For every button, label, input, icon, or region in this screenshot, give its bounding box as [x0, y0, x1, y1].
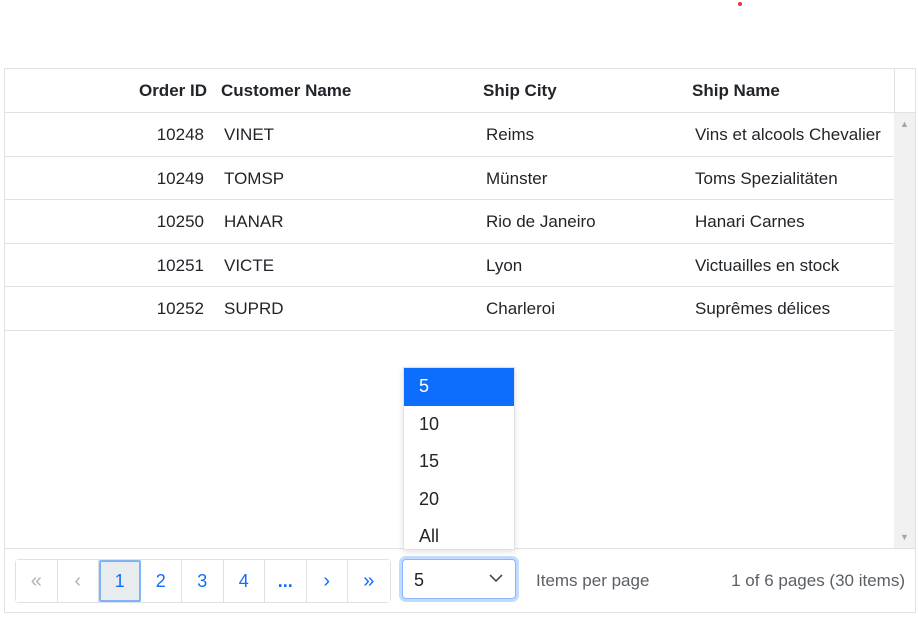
page-size-option-20[interactable]: 20 — [404, 481, 514, 519]
cell-customer-name: SUPRD — [224, 299, 284, 318]
column-header-ship-city[interactable]: Ship City — [483, 69, 557, 112]
cell-customer-name: VINET — [224, 125, 275, 144]
cell-ship-name: Victuailles en stock — [695, 255, 840, 275]
page-size-option-15[interactable]: 15 — [404, 443, 514, 481]
first-page-button[interactable]: « — [16, 560, 58, 602]
cell-ship-name: Hanari Carnes — [695, 212, 805, 231]
cell-ship-name: Suprêmes délices — [695, 299, 831, 318]
grid-header: Order ID Customer Name Ship City Ship Na… — [5, 69, 895, 113]
cell-order-id: 10249 — [156, 168, 204, 188]
cell-order-id: 10250 — [156, 212, 204, 231]
items-per-page-label: Items per page — [536, 571, 650, 590]
page-size-value: 5 — [414, 570, 425, 590]
cell-order-id: 10248 — [156, 125, 204, 144]
cell-order-id: 10251 — [156, 255, 204, 275]
more-pages-button[interactable]: ... — [265, 560, 307, 602]
page-button-1[interactable]: 1 — [99, 560, 141, 602]
grid-pager: « ‹ 1 2 3 4 ... › » 5 Items per page 1 o… — [5, 548, 915, 612]
page-button-3[interactable]: 3 — [182, 560, 224, 602]
cell-ship-city: Reims — [486, 125, 535, 144]
cell-ship-name: Toms Spezialitäten — [695, 168, 838, 188]
header-scrollbar-spacer — [894, 69, 915, 113]
scroll-up-arrow-icon[interactable]: ▲ — [894, 115, 915, 133]
page-size-dropdown: 5 10 15 20 All — [403, 367, 515, 550]
page-size-option-10[interactable]: 10 — [404, 406, 514, 444]
last-page-button[interactable]: » — [348, 560, 390, 602]
chevron-down-icon — [489, 574, 503, 583]
table-row[interactable]: 10250 HANAR Rio de Janeiro Hanari Carnes — [5, 200, 894, 244]
previous-page-button[interactable]: ‹ — [57, 560, 99, 602]
column-header-order-id[interactable]: Order ID — [5, 69, 207, 112]
vertical-scrollbar[interactable]: ▲ ▼ — [894, 113, 915, 548]
cell-ship-name: Vins et alcools Chevalier — [695, 125, 881, 144]
red-dot-marker — [738, 2, 742, 6]
cell-ship-city: Rio de Janeiro — [486, 212, 596, 231]
cell-ship-city: Lyon — [486, 255, 523, 275]
table-row[interactable]: 10249 TOMSP Münster Toms Spezialitäten — [5, 157, 894, 200]
pager-buttons: « ‹ 1 2 3 4 ... › » — [15, 559, 391, 603]
page-size-select[interactable]: 5 — [402, 559, 516, 599]
table-row[interactable]: 10248 VINET Reims Vins et alcools Cheval… — [5, 113, 894, 157]
next-page-button[interactable]: › — [306, 560, 348, 602]
page-size-option-all[interactable]: All — [404, 518, 514, 556]
table-row[interactable]: 10251 VICTE Lyon Victuailles en stock — [5, 244, 894, 287]
cell-customer-name: TOMSP — [224, 168, 285, 188]
cell-ship-city: Münster — [486, 168, 548, 188]
cell-order-id: 10252 — [156, 299, 204, 318]
page-button-2[interactable]: 2 — [140, 560, 182, 602]
scroll-down-arrow-icon[interactable]: ▼ — [894, 528, 915, 546]
column-header-ship-name[interactable]: Ship Name — [692, 69, 780, 112]
cell-customer-name: HANAR — [224, 212, 284, 231]
pager-info: 1 of 6 pages (30 items) — [731, 571, 905, 590]
cell-customer-name: VICTE — [224, 255, 275, 275]
page-size-option-5[interactable]: 5 — [404, 368, 514, 406]
page-button-4[interactable]: 4 — [223, 560, 265, 602]
cell-ship-city: Charleroi — [486, 299, 555, 318]
table-row[interactable]: 10252 SUPRD Charleroi Suprêmes délices — [5, 287, 894, 331]
column-header-customer-name[interactable]: Customer Name — [221, 69, 351, 112]
